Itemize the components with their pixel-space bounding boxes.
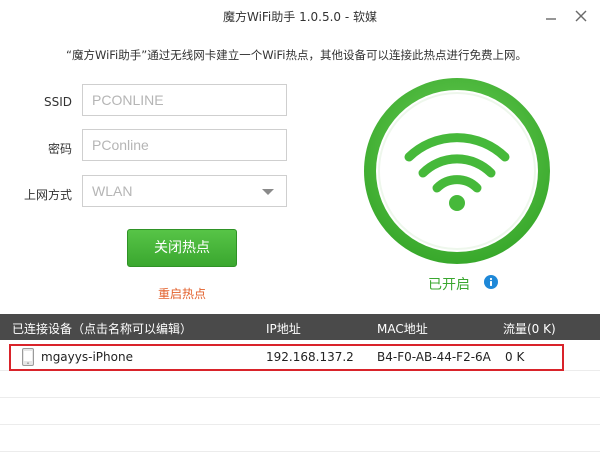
devices-table-header: 已连接设备（点击名称可以编辑） IP地址 MAC地址 流量(0 K) [0,314,600,340]
wifi-icon [364,78,550,264]
table-row[interactable]: mgayys-iPhone 192.168.137.2 B4-F0-AB-44-… [0,344,600,371]
minimize-icon [546,18,556,20]
device-mac: B4-F0-AB-44-F2-6A [377,350,491,364]
empty-row [0,398,600,425]
network-mode-label: 上网方式 [23,188,72,202]
minimize-button[interactable] [542,7,560,25]
col-mac: MAC地址 [377,322,428,336]
password-label: 密码 [47,142,72,156]
app-description: “魔方WiFi助手”通过无线网卡建立一个WiFi热点，其他设备可以连接此热点进行… [66,48,527,62]
chevron-down-icon [262,189,274,195]
col-ip: IP地址 [266,322,301,336]
close-hotspot-button[interactable]: 关闭热点 [127,229,237,267]
device-name[interactable]: mgayys-iPhone [41,350,133,364]
phone-icon [22,348,34,366]
info-icon[interactable] [484,275,498,289]
network-mode-value: WLAN [92,183,133,199]
device-traffic: 0 K [505,350,525,364]
ssid-label: SSID [43,95,72,109]
hotspot-status: 已开启 [428,277,470,293]
restart-hotspot-link[interactable]: 重启热点 [158,285,206,302]
network-mode-select[interactable]: WLAN [82,175,287,207]
close-button[interactable] [572,7,590,25]
title-bar[interactable]: 魔方WiFi助手 1.0.5.0 - 软媒 [0,0,600,34]
device-ip: 192.168.137.2 [266,350,354,364]
window-title: 魔方WiFi助手 1.0.5.0 - 软媒 [222,10,378,24]
empty-row [0,371,600,398]
empty-row [0,425,600,452]
col-traffic: 流量(0 K) [503,322,556,336]
ssid-input[interactable] [92,86,277,114]
password-field[interactable] [82,129,287,161]
close-icon [575,10,587,22]
ssid-field[interactable] [82,84,287,116]
col-device-name: 已连接设备（点击名称可以编辑） [12,322,193,336]
password-input[interactable] [92,131,277,159]
app-window: 魔方WiFi助手 1.0.5.0 - 软媒 “魔方WiFi助手”通过无线网卡建立… [0,0,600,454]
